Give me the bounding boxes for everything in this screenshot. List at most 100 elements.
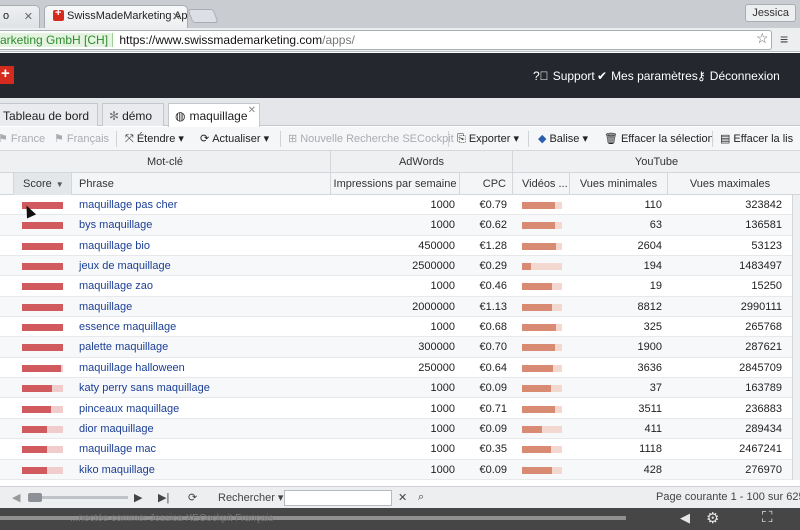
chevron-down-icon: ▾	[263, 133, 270, 145]
fullscreen-icon[interactable]: ⛶	[762, 509, 773, 526]
prev-page-icon[interactable]: ◀	[12, 491, 20, 504]
table-row[interactable]: dior maquillage 1000 €0.09 411 289434	[0, 418, 800, 440]
table-row[interactable]: maquillage 2000000 €1.13 8812 2990111	[0, 296, 800, 318]
min-views-cell: 37	[649, 382, 662, 395]
url-host: https://www.swissmademarketing.com	[119, 33, 323, 47]
close-icon[interactable]: ✕	[172, 10, 181, 23]
phrase-link[interactable]: dior maquillage	[79, 419, 329, 439]
table-row[interactable]: palette maquillage 300000 €0.70 1900 287621	[0, 337, 800, 358]
videos-bar	[522, 283, 562, 291]
gear-icon[interactable]: ⚙	[706, 509, 719, 527]
col-impressions[interactable]: Impressions par semaine	[331, 173, 460, 195]
min-views-cell: 325	[643, 321, 662, 334]
table-row[interactable]: essence maquillage 1000 €0.68 325 265768	[0, 317, 800, 338]
videos-bar-fill	[522, 303, 552, 311]
tab-maquillage[interactable]: ◍ maquillage ✕	[168, 103, 260, 127]
expand-button[interactable]: ⤧ Étendre ▾	[125, 132, 184, 146]
phrase-link[interactable]: katy perry sans maquillage	[79, 378, 329, 398]
browser-tab-previous[interactable]: o ✕	[0, 5, 40, 28]
phrase-link[interactable]: maquillage mac	[79, 439, 329, 459]
table-row[interactable]: kiko maquillage 1000 €0.09 428 276970	[0, 459, 800, 480]
last-page-icon[interactable]: ▶|	[158, 491, 169, 504]
country-button[interactable]: ⚑ France	[0, 132, 45, 145]
language-button[interactable]: ⚑ Français	[54, 132, 109, 145]
phrase-link[interactable]: kiko maquillage	[79, 460, 329, 480]
search-icon[interactable]: ⌕	[418, 491, 424, 504]
col-score[interactable]: Score ▼	[14, 173, 72, 195]
phrase-link[interactable]: bys maquillage	[79, 215, 329, 235]
table-row[interactable]: maquillage halloween 250000 €0.64 3636 28457…	[0, 358, 800, 379]
col-select[interactable]	[0, 173, 14, 195]
score-bar	[22, 466, 63, 474]
browser-tab-label: SwissMadeMarketing App	[67, 10, 188, 22]
table-row[interactable]: jeux de maquillage 2500000 €0.29 194 1483497	[0, 256, 800, 277]
col-cpc[interactable]: CPC	[460, 173, 513, 195]
score-bar	[22, 242, 63, 250]
table-row[interactable]: bys maquillage 1000 €0.62 63 136581	[0, 215, 800, 236]
phrase-link[interactable]: maquillage	[79, 297, 329, 317]
close-icon[interactable]: ✕	[24, 10, 33, 23]
score-bar-fill	[22, 344, 63, 352]
score-bar	[22, 405, 63, 413]
browser-tab-active[interactable]: SwissMadeMarketing App ✕	[44, 5, 188, 28]
browser-tab-label: o	[3, 10, 10, 22]
search-dropdown[interactable]: Rechercher ▾	[218, 491, 283, 504]
table-row[interactable]: maquillage bio 450000 €1.28 2604 53123	[0, 236, 800, 257]
table-row[interactable]: pinceaux maquillage 1000 €0.71 3511 236883	[0, 399, 800, 419]
clear-selection-label: Effacer la sélection	[620, 133, 714, 145]
phrase-link[interactable]: maquillage pas cher	[79, 195, 329, 215]
table-row[interactable]: maquillage zao 1000 €0.46 19 15250	[0, 276, 800, 297]
col-min-views[interactable]: Vues minimales	[570, 173, 668, 195]
min-views-cell: 63	[649, 219, 662, 232]
phrase-link[interactable]: jeux de maquillage	[79, 256, 329, 276]
clear-list-button[interactable]: ▤ Effacer la lis	[720, 132, 793, 145]
next-page-icon[interactable]: ▶	[134, 491, 142, 504]
phrase-link[interactable]: maquillage halloween	[79, 358, 329, 378]
close-icon[interactable]: ✕	[248, 105, 256, 116]
refresh-button[interactable]: ⟳ Actualiser ▾	[200, 132, 269, 145]
videos-bar-fill	[522, 466, 552, 474]
refresh-icon[interactable]: ⟳	[188, 491, 197, 504]
user-profile-button[interactable]: Jessica	[745, 4, 796, 22]
table-row[interactable]: maquillage mac 1000 €0.35 1118 2467241	[0, 439, 800, 460]
impressions-cell: 250000	[418, 361, 455, 374]
support-link[interactable]: ?⃝ Support	[533, 69, 595, 83]
ev-certificate-badge[interactable]: arketing GmbH [CH]	[0, 33, 114, 47]
new-search-button[interactable]: ⊞ Nouvelle Recherche SECockpit	[288, 132, 454, 145]
max-views-cell: 2467241	[739, 443, 782, 456]
settings-link[interactable]: ✔ Mes paramètres	[597, 69, 698, 83]
clear-selection-button[interactable]: 🗑 Effacer la sélection	[604, 132, 714, 145]
search-input[interactable]	[284, 490, 392, 506]
max-views-cell: 136581	[745, 219, 782, 232]
phrase-link[interactable]: maquillage zao	[79, 276, 329, 296]
bookmark-star-icon[interactable]: ☆	[756, 30, 769, 47]
table-row[interactable]: maquillage pas cher 1000 €0.79 110 323842	[0, 195, 800, 216]
phrase-link[interactable]: essence maquillage	[79, 317, 329, 337]
tag-button[interactable]: ◆ Balise ▾	[538, 132, 588, 145]
export-button[interactable]: ⎘ Exporter ▾	[457, 132, 519, 146]
max-views-cell: 163789	[745, 382, 782, 395]
tab-demo[interactable]: ✻ démo	[102, 103, 164, 126]
logout-link[interactable]: ⚷ Déconnexion	[697, 69, 780, 83]
browser-menu-icon[interactable]: ≡	[780, 31, 788, 47]
volume-icon[interactable]: ◀	[680, 510, 690, 526]
col-videos[interactable]: Vidéos ...	[513, 173, 570, 195]
min-views-cell: 1900	[637, 341, 662, 354]
phrase-link[interactable]: palette maquillage	[79, 337, 329, 357]
phrase-link[interactable]: maquillage bio	[79, 236, 329, 256]
page-slider[interactable]	[28, 493, 128, 502]
address-bar[interactable]: arketing GmbH [CH] https://www.swissmade…	[0, 30, 772, 50]
col-phrase[interactable]: Phrase	[72, 173, 331, 195]
new-tab-button[interactable]	[187, 9, 219, 23]
page-slider-handle[interactable]	[28, 493, 42, 502]
tab-dashboard[interactable]: Tableau de bord	[0, 103, 98, 126]
clear-search-icon[interactable]: ✕	[398, 491, 407, 504]
phrase-link[interactable]: pinceaux maquillage	[79, 399, 329, 419]
cpc-cell: €0.68	[479, 321, 507, 334]
language-label: Français	[66, 133, 110, 145]
settings-label: Mes paramètres	[611, 69, 698, 83]
vertical-scrollbar[interactable]	[792, 195, 800, 480]
videos-bar	[522, 324, 562, 332]
table-row[interactable]: katy perry sans maquillage 1000 €0.09 37 163…	[0, 378, 800, 399]
col-max-views[interactable]: Vues maximales	[668, 173, 792, 195]
